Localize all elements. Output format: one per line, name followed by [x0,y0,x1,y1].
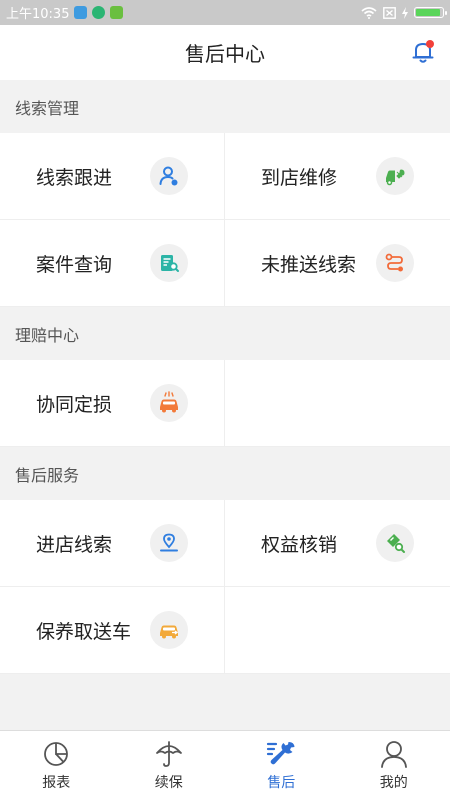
menu-item-store-visit-clues[interactable]: 进店线索 [0,500,225,587]
status-bar: 上午10:35 [0,0,450,25]
empty-cell [225,587,450,674]
notification-button[interactable] [410,39,436,65]
car-repair-icon [376,157,414,195]
wifi-icon [361,6,377,19]
nav-label: 售后 [267,775,296,791]
menu-item-label: 案件查询 [36,253,113,276]
menu-item-label: 进店线索 [36,533,113,556]
menu-item-clue-follow-up[interactable]: 线索跟进 [0,133,225,220]
usb-icon [74,6,88,19]
empty-cell [225,360,450,447]
section-grid-after-sales-service: 进店线索 权益核销 保养取送车 [0,500,450,674]
menu-item-case-query[interactable]: 案件查询 [0,220,225,307]
ticket-verify-icon [376,524,414,562]
menu-item-label: 保养取送车 [36,620,132,643]
charging-icon [402,6,408,19]
section-title-clue-management: 线索管理 [0,80,450,133]
nav-label: 我的 [379,775,408,791]
user-follow-icon [150,157,188,195]
bottom-nav: 报表 续保 售后 我的 [0,730,450,800]
menu-item-label: 线索跟进 [36,166,113,189]
pie-chart-icon [44,742,69,766]
nav-label: 报表 [42,775,71,791]
menu-item-label: 权益核销 [261,533,338,556]
route-icon [376,244,414,282]
menu-item-unpushed-clues[interactable]: 未推送线索 [225,220,450,307]
section-grid-claims-center: 协同定损 [0,360,450,447]
menu-item-collaborative-loss-assessment[interactable]: 协同定损 [0,360,225,447]
section-title-after-sales-service: 售后服务 [0,447,450,500]
nav-label: 续保 [154,775,183,791]
case-search-icon [150,244,188,282]
page-title: 售后中心 [185,42,265,66]
app-notification-icon [92,6,106,19]
nav-item-renewal[interactable]: 续保 [113,731,226,800]
status-time: 上午10:35 [6,7,70,22]
battery-icon [414,7,447,18]
menu-item-label: 未推送线索 [261,253,357,276]
car-pickup-icon [150,611,188,649]
nav-item-reports[interactable]: 报表 [0,731,113,800]
nav-item-mine[interactable]: 我的 [338,731,450,800]
menu-item-benefit-verification[interactable]: 权益核销 [225,500,450,587]
nav-item-after-sales[interactable]: 售后 [225,731,338,800]
android-icon [110,6,124,19]
wrench-icon [267,742,295,765]
car-damage-icon [150,384,188,422]
location-pin-icon [150,524,188,562]
menu-item-label: 协同定损 [36,393,113,416]
menu-item-label: 到店维修 [261,166,338,189]
sim-blocked-icon [383,6,396,19]
notification-badge [426,40,434,48]
section-title-claims-center: 理赔中心 [0,307,450,360]
umbrella-icon [155,741,182,767]
title-bar: 售后中心 [0,25,450,80]
menu-item-in-store-repair[interactable]: 到店维修 [225,133,450,220]
menu-item-maintenance-pickup[interactable]: 保养取送车 [0,587,225,674]
section-grid-clue-management: 线索跟进 到店维修 案件查询 未推送线索 [0,133,450,307]
main-content: 线索管理 线索跟进 到店维修 案件查询 未推送线索 理赔中心 协同定损 售后服务… [0,80,450,674]
person-icon [380,741,407,768]
